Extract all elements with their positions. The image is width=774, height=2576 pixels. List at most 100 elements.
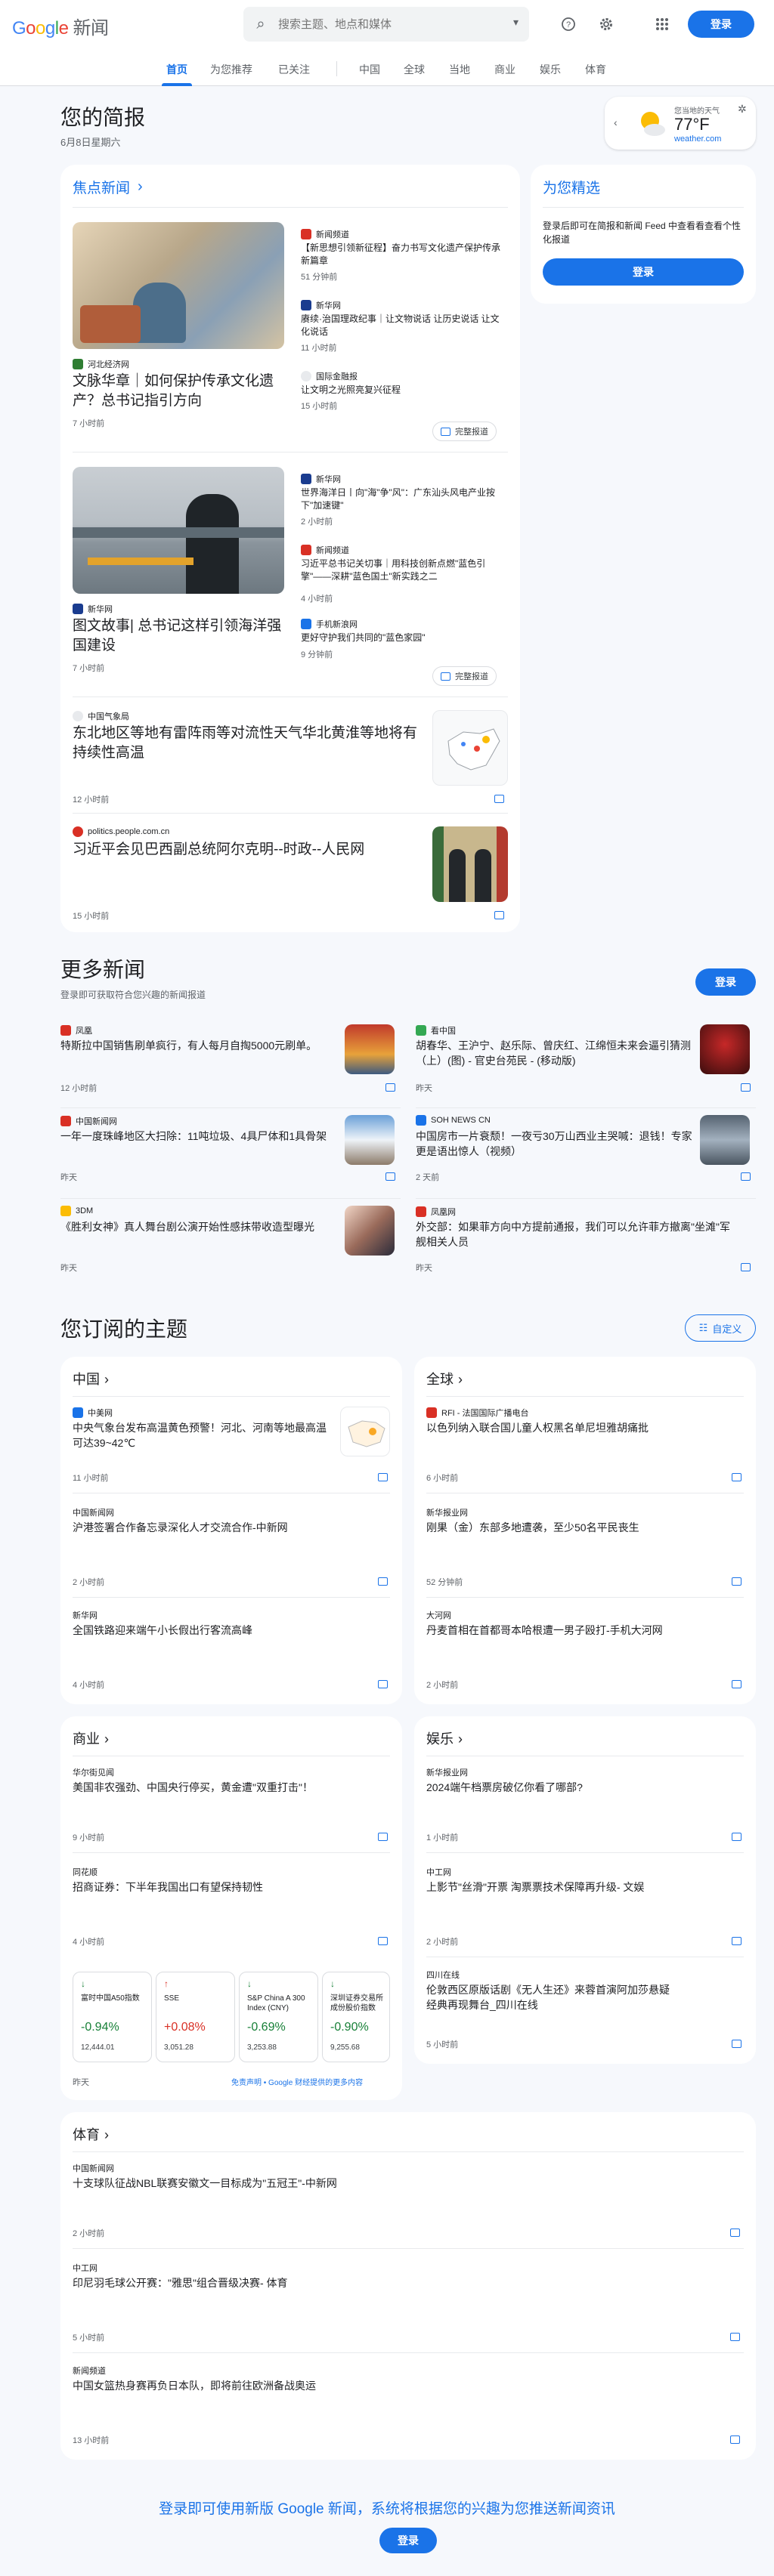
full-coverage-icon[interactable] <box>741 1262 751 1275</box>
story-title[interactable]: 上影节"丝滑"开票 淘票票技术保障再升级- 文娱 <box>426 1879 736 1895</box>
story-title[interactable]: 沪港签署合作备忘录深化人才交流合作-中新网 <box>73 1520 382 1535</box>
gear-icon[interactable] <box>596 14 617 35</box>
tab-entertainment[interactable]: 娱乐 <box>540 62 561 77</box>
story-title[interactable]: 世界海洋日丨向"海"争"风"：广东汕头风电产业按下"加速键" <box>301 486 505 512</box>
full-coverage-icon[interactable] <box>732 1472 741 1485</box>
stock-card[interactable]: ↓ 富时中国A50指数 -0.94% 12,444.01 <box>73 1972 152 2062</box>
story-title[interactable]: 让文明之光照亮复兴征程 <box>301 384 505 397</box>
weather-widget[interactable]: ‹ 您当地的天气 77°F weather.com ✲ <box>605 97 756 150</box>
list-item[interactable]: 中国新闻网 一年一度珠峰地区大扫除：11吨垃圾、4具尸体和1具骨架 昨天 <box>60 1107 401 1198</box>
list-item[interactable]: 凤凰 特斯拉中国销售刷单疯行，有人每月自掏5000元刷单。 12 小时前 <box>60 1017 401 1107</box>
finance-disclaimer-link[interactable]: 免责声明 • Google 财经提供的更多内容 <box>231 2076 363 2087</box>
story-thumbnail[interactable] <box>345 1206 395 1256</box>
story-title[interactable]: 文脉华章｜如何保护传承文化遗产？总书记指引方向 <box>73 372 286 411</box>
list-item[interactable]: 看中国 胡春华、王沪宁、赵乐际、曾庆红、江绵恒未来会逼引猜测（上）(图) - 官… <box>416 1017 756 1107</box>
for-you-title[interactable]: 为您精选 <box>543 177 600 197</box>
story-thumbnail[interactable] <box>345 1024 395 1074</box>
story-thumbnail[interactable] <box>700 1115 750 1165</box>
full-coverage-icon[interactable] <box>378 1935 388 1949</box>
full-coverage-icon[interactable] <box>732 2038 741 2052</box>
stock-card[interactable]: ↓ S&P China A 300 Index (CNY) -0.69% 3,2… <box>239 1972 318 2062</box>
story-title[interactable]: 全国铁路迎来端午小长假出行客流高峰 <box>73 1623 382 1638</box>
full-coverage-icon[interactable] <box>385 1171 395 1185</box>
customize-button[interactable]: ☷ 自定义 <box>685 1314 756 1342</box>
story-image[interactable] <box>73 222 284 349</box>
story-title[interactable]: 一年一度珠峰地区大扫除：11吨垃圾、4具尸体和1具骨架 <box>60 1129 340 1144</box>
story-thumbnail[interactable] <box>345 1115 395 1165</box>
story-title[interactable]: 中央气象台发布高温黄色预警！河北、河南等地最高温可达39~42℃ <box>73 1420 330 1450</box>
full-coverage-icon[interactable] <box>494 793 504 807</box>
chevron-left-icon[interactable]: ‹ <box>614 116 618 128</box>
login-button[interactable]: 登录 <box>688 11 754 38</box>
tab-business[interactable]: 商业 <box>494 62 515 77</box>
story-title[interactable]: 十支球队征战NBL联赛安徽文一目标成为"五冠王"-中新网 <box>73 2176 677 2191</box>
full-coverage-icon[interactable] <box>732 1679 741 1692</box>
story-image[interactable] <box>73 467 284 594</box>
tab-home[interactable]: 首页 <box>166 62 187 77</box>
full-coverage-icon[interactable] <box>378 1472 388 1485</box>
meeting-image[interactable] <box>432 826 508 902</box>
full-coverage-icon[interactable] <box>732 1576 741 1589</box>
more-icon[interactable]: ✲ <box>738 103 747 116</box>
list-item[interactable]: SOH NEWS CN 中国房市一片衰颓！一夜亏30万山西业主哭喊：退钱！专家更… <box>416 1107 756 1198</box>
full-coverage-icon[interactable] <box>732 1935 741 1949</box>
story-title[interactable]: 习近平总书记关切事｜用科技创新点燃"蓝色引擎"——深耕"蓝色国土"新实践之二 <box>301 558 505 583</box>
story-title[interactable]: 《胜利女神》真人舞台剧公演开始性感抹带收造型曝光 <box>60 1219 340 1234</box>
list-item[interactable]: 凤凰网 外交部：如果菲方向中方提前通报，我们可以允许菲方撤离"坐滩"军舰相关人员… <box>416 1198 756 1289</box>
full-coverage-icon[interactable] <box>494 910 504 923</box>
stock-card[interactable]: ↓ 深圳证券交易所成份股价指数 -0.90% 9,255.68 <box>322 1972 390 2062</box>
story-title[interactable]: 习近平会见巴西副总统阿尔克明--时政--人民网 <box>73 840 428 860</box>
google-news-logo[interactable]: Google 新闻 <box>12 13 109 39</box>
full-coverage-icon[interactable] <box>385 1082 395 1095</box>
full-coverage-icon[interactable] <box>378 1679 388 1692</box>
help-icon[interactable]: ? <box>558 14 579 35</box>
tab-china[interactable]: 中国 <box>359 62 380 77</box>
weather-map-image[interactable] <box>432 710 508 786</box>
stock-card[interactable]: ↑ SSE +0.08% 3,051.28 <box>156 1972 235 2062</box>
story-title[interactable]: 中国房市一片衰颓！一夜亏30万山西业主哭喊：退钱！专家更是语出惊人（视频） <box>416 1129 695 1159</box>
topic-title-link[interactable]: 商业 › <box>73 1728 109 1748</box>
story-title[interactable]: 图文故事| 总书记这样引领海洋强国建设 <box>73 616 286 656</box>
story-title[interactable]: 招商证券：下半年我国出口有望保持韧性 <box>73 1879 382 1895</box>
full-coverage-icon[interactable] <box>730 2434 740 2448</box>
weather-source[interactable]: weather.com <box>674 134 721 144</box>
full-coverage-icon[interactable] <box>378 1576 388 1589</box>
story-title[interactable]: 更好守护我们共同的"蓝色家园" <box>301 632 505 644</box>
story-thumbnail[interactable] <box>700 1024 750 1074</box>
tab-sports[interactable]: 体育 <box>585 62 606 77</box>
story-title[interactable]: 美国非农强劲、中国央行停买，黄金遭"双重打击"！ <box>73 1780 382 1795</box>
list-item[interactable]: 3DM 《胜利女神》真人舞台剧公演开始性感抹带收造型曝光 昨天 <box>60 1198 401 1289</box>
story-title[interactable]: 胡春华、王沪宁、赵乐际、曾庆红、江绵恒未来会逼引猜测（上）(图) - 官史台苑民… <box>416 1038 695 1068</box>
full-coverage-icon[interactable] <box>730 2227 740 2241</box>
story-title[interactable]: 伦敦西区原版话剧《无人生还》来蓉首演阿加莎悬疑经典再现舞台_四川在线 <box>426 1982 676 2012</box>
search-icon[interactable]: ⌕ <box>243 16 278 33</box>
topic-title-link[interactable]: 体育 › <box>73 2124 109 2144</box>
tab-for-you[interactable]: 为您推荐 <box>210 62 252 77</box>
story-title[interactable]: 丹麦首相在首都哥本哈根遭一男子殴打-手机大河网 <box>426 1623 676 1638</box>
tab-following[interactable]: 已关注 <box>278 62 310 77</box>
story-title[interactable]: 中国女篮热身赛再负日本队，即将前往欧洲备战奥运 <box>73 2378 677 2393</box>
full-coverage-icon[interactable] <box>741 1082 751 1095</box>
for-you-login-button[interactable]: 登录 <box>543 258 744 286</box>
tab-local[interactable]: 当地 <box>449 62 470 77</box>
story-title[interactable]: 外交部：如果菲方向中方提前通报，我们可以允许菲方撤离"坐滩"军舰相关人员 <box>416 1219 733 1249</box>
search-input[interactable] <box>278 17 490 31</box>
story-title[interactable]: 特斯拉中国销售刷单疯行，有人每月自掏5000元刷单。 <box>60 1038 340 1053</box>
story-title[interactable]: 2024端午档票房破亿你看了哪部? <box>426 1780 736 1795</box>
story-title[interactable]: 印尼羽毛球公开赛："雅思"组合晋级决赛- 体育 <box>73 2275 677 2290</box>
full-coverage-icon[interactable] <box>730 2331 740 2345</box>
story-title[interactable]: 赓续·治国理政纪事｜让文物说话 让历史说话 让文化说话 <box>301 313 505 338</box>
story-title[interactable]: 【新思想引领新征程】奋力书写文化遗产保护传承新篇章 <box>301 242 505 267</box>
full-coverage-icon[interactable] <box>741 1171 751 1185</box>
topic-title-link[interactable]: 娱乐 › <box>426 1728 463 1748</box>
topic-title-link[interactable]: 全球 › <box>426 1369 463 1388</box>
search-box[interactable]: ⌕ ▾ <box>243 7 529 42</box>
chevron-down-icon[interactable]: ▾ <box>513 16 519 29</box>
top-stories-heading-link[interactable]: 焦点新闻 › <box>73 177 143 197</box>
footer-login-button[interactable]: 登录 <box>379 2528 437 2553</box>
full-coverage-icon[interactable] <box>378 1831 388 1845</box>
story-title[interactable]: 东北地区等地有雷阵雨等对流性天气华北黄淮等地将有持续性高温 <box>73 724 428 763</box>
more-news-login-button[interactable]: 登录 <box>695 968 756 996</box>
full-coverage-button[interactable]: 完整报道 <box>432 666 497 686</box>
story-title[interactable]: 刚果（金）东部多地遭袭，至少50名平民丧生 <box>426 1520 736 1535</box>
